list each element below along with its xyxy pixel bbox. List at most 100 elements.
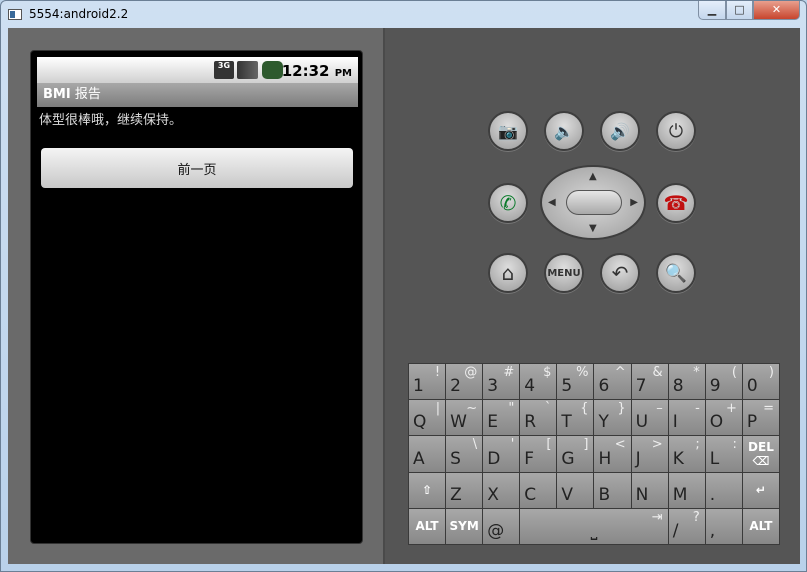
call-button[interactable]: ✆ [488, 183, 528, 223]
key-g[interactable]: G] [557, 436, 594, 472]
key-,[interactable]: , [705, 508, 742, 544]
dpad-center-button[interactable] [566, 190, 622, 215]
close-button[interactable]: ✕ [753, 1, 800, 20]
end-call-button[interactable]: ☎ [656, 183, 696, 223]
key-5[interactable]: 5% [557, 364, 594, 400]
phone-screen[interactable]: 3G 12:32 PM BMI 报告 体型很棒哦，继续保持。 前一页 [37, 57, 358, 541]
key-label: R [524, 412, 537, 433]
key-alt-label: – [656, 401, 663, 417]
key-u[interactable]: U – [631, 400, 668, 436]
key-label: 7 [635, 376, 647, 397]
key-3[interactable]: 3 # [483, 364, 520, 400]
back-button[interactable]: ↶ [600, 253, 640, 293]
key-sym[interactable]: SYM [446, 508, 483, 544]
end-call-icon: ☎ [663, 191, 689, 215]
key-b[interactable]: B [594, 472, 631, 508]
key-e[interactable]: E " [483, 400, 520, 436]
previous-page-button[interactable]: 前一页 [41, 148, 353, 188]
key-label: W [450, 412, 467, 433]
app-icon [8, 9, 22, 20]
key-alt-label: $ [543, 365, 552, 380]
key-m[interactable]: M [668, 472, 705, 508]
app-title-bar: BMI 报告 [37, 83, 358, 107]
key-label: 6 [598, 376, 610, 397]
key-f[interactable]: F[ [520, 436, 557, 472]
dpad-left-icon[interactable]: ◀ [548, 197, 556, 208]
camera-button[interactable]: 📷 [488, 111, 528, 151]
key-delete[interactable]: DEL ⌫ [742, 436, 779, 472]
key-label: P [746, 412, 758, 433]
volume-down-button[interactable]: 🔈 [544, 111, 584, 151]
power-button[interactable]: ⏻ [656, 111, 696, 151]
dpad[interactable]: ▲ ▼ ◀ ▶ [540, 165, 646, 240]
key-alt-label: ⇥ [651, 509, 663, 525]
dpad-right-icon[interactable]: ▶ [630, 197, 638, 208]
key-alt-label: ! [434, 365, 441, 380]
key-v[interactable]: V [557, 472, 594, 508]
key-k[interactable]: K; [668, 436, 705, 472]
phone-call-icon: ✆ [499, 191, 517, 215]
status-bar: 3G 12:32 PM [37, 57, 358, 83]
volume-up-button[interactable]: 🔊 [600, 111, 640, 151]
key-shift[interactable]: ⇧ [409, 472, 446, 508]
key-y[interactable]: Y} [594, 400, 631, 436]
key-alt-label: + [725, 401, 737, 417]
key-r[interactable]: R ` [520, 400, 557, 436]
key-8[interactable]: 8 * [668, 364, 705, 400]
key-label: L [709, 448, 720, 469]
key-label: 0 [746, 376, 758, 397]
key-label: H [598, 448, 612, 469]
key-label: J [635, 448, 641, 469]
key-@[interactable]: @ [483, 508, 520, 544]
key-label: 2 [450, 376, 461, 397]
key-7[interactable]: 7 & [631, 364, 668, 400]
key-space[interactable]: ⎵ ⇥ [520, 508, 668, 544]
camera-icon: 📷 [498, 121, 518, 141]
menu-button[interactable]: MENU [544, 253, 584, 293]
key-alt-right[interactable]: ALT [742, 508, 779, 544]
key-p[interactable]: P = [742, 400, 779, 436]
key-label: O [709, 412, 724, 433]
key-.[interactable]: . [705, 472, 742, 508]
key-w[interactable]: W ~ [446, 400, 483, 436]
key-o[interactable]: O + [705, 400, 742, 436]
key-label: N [635, 484, 649, 505]
key-a[interactable]: A [409, 436, 446, 472]
key-z[interactable]: Z [446, 472, 483, 508]
key-x[interactable]: X [483, 472, 520, 508]
key-alt-label: * [693, 365, 700, 380]
key-label: . [709, 484, 716, 505]
key-label: SYM [449, 519, 479, 534]
key-2[interactable]: 2 @ [446, 364, 483, 400]
dpad-up-icon[interactable]: ▲ [589, 171, 597, 182]
minimize-button[interactable]: ▁ [698, 1, 726, 20]
key-/[interactable]: /? [668, 508, 705, 544]
volume-down-icon: 🔈 [554, 121, 574, 141]
dpad-down-icon[interactable]: ▼ [589, 223, 597, 234]
key-0[interactable]: 0) [742, 364, 779, 400]
back-icon: ↶ [611, 261, 629, 285]
key-label: 4 [524, 376, 536, 397]
key-t[interactable]: T{ [557, 400, 594, 436]
key-n[interactable]: N [631, 472, 668, 508]
key-d[interactable]: D ' [483, 436, 520, 472]
key-9[interactable]: 9( [705, 364, 742, 400]
key-alt-label: > [651, 437, 663, 453]
search-button[interactable]: 🔍 [656, 253, 696, 293]
key-l[interactable]: L: [705, 436, 742, 472]
key-s[interactable]: S \ [446, 436, 483, 472]
key-alt-left[interactable]: ALT [409, 508, 446, 544]
key-c[interactable]: C [520, 472, 557, 508]
maximize-button[interactable]: □ [726, 1, 753, 20]
key-i[interactable]: I- [668, 400, 705, 436]
key-q[interactable]: Q | [409, 400, 446, 436]
key-h[interactable]: H < [594, 436, 631, 472]
key-label: Z [450, 484, 462, 505]
key-4[interactable]: 4 $ [520, 364, 557, 400]
key-label: D [487, 448, 501, 469]
key-j[interactable]: J > [631, 436, 668, 472]
key-1[interactable]: 1! [409, 364, 446, 400]
key-enter[interactable]: ↵ [742, 472, 779, 508]
key-6[interactable]: 6 ^ [594, 364, 631, 400]
home-button[interactable]: ⌂ [488, 253, 528, 293]
